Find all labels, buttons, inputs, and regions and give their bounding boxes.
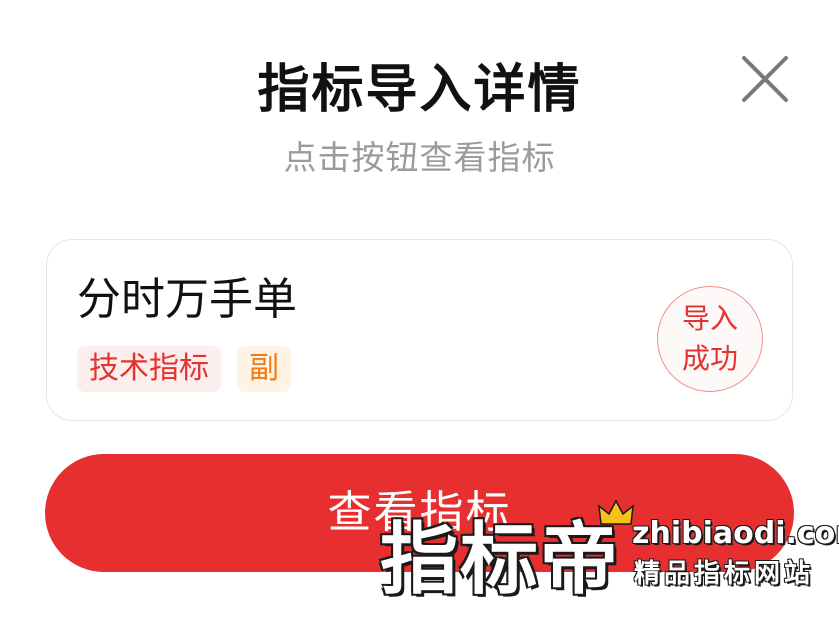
stamp-line-2: 成功 [681, 342, 738, 375]
indicator-card: 分时万手单 技术指标 副 导入 成功 [46, 239, 793, 421]
watermark-domain: zhibiaodi.com [632, 516, 839, 551]
watermark-slogan: 精品指标网站 [634, 559, 815, 589]
watermark-brand: 指标帝 [380, 515, 621, 605]
indicator-name: 分时万手单 [77, 274, 297, 325]
stamp-line-1: 导入 [681, 302, 738, 335]
indicator-sub-tag: 副 [237, 346, 291, 392]
close-icon [742, 56, 788, 102]
crown-icon [598, 499, 634, 525]
close-button[interactable] [736, 50, 794, 108]
dialog-title: 指标导入详情 [257, 60, 582, 120]
indicator-type-tag: 技术指标 [77, 346, 221, 392]
import-success-stamp: 导入 成功 [657, 286, 763, 392]
dialog-subtitle: 点击按钮查看指标 [283, 138, 556, 177]
import-detail-dialog: 指标导入详情 点击按钮查看指标 分时万手单 技术指标 副 导入 成功 查看指标 … [0, 0, 839, 618]
